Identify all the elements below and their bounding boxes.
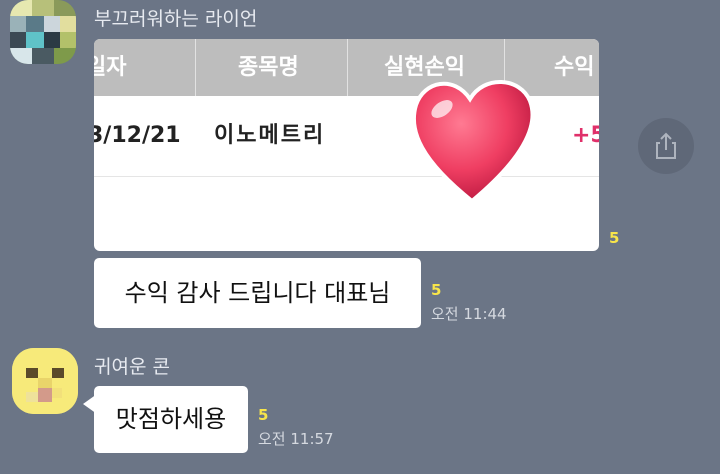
table-cell-stock-name: 이노메트리 <box>214 123 326 148</box>
table-header-stock-name: 종목명 <box>238 55 299 80</box>
table-cell-profit: +5 <box>572 123 599 148</box>
sender-name: 귀여운 콘 <box>94 356 170 378</box>
pixelated-avatar-image <box>12 348 78 414</box>
pixelated-avatar-image <box>10 0 76 64</box>
message-bubble[interactable]: 수익 감사 드립니다 대표님 <box>94 258 421 328</box>
share-button[interactable] <box>638 118 694 174</box>
image-message[interactable]: 일자 종목명 실현손익 수익 3/12/21 이노메트리 +5 <box>94 39 599 251</box>
table-header-date: 일자 <box>94 55 127 80</box>
share-icon <box>656 132 676 159</box>
message-time: 오전 11:57 <box>258 430 334 448</box>
sender-name: 부끄러워하는 라이언 <box>94 8 258 30</box>
unread-count: 5 <box>609 229 620 247</box>
unread-count: 5 <box>258 406 269 424</box>
unread-count: 5 <box>431 281 442 299</box>
message-time: 오전 11:44 <box>431 305 507 323</box>
sender-avatar[interactable] <box>12 348 78 414</box>
sender-avatar[interactable] <box>10 0 76 64</box>
message-bubble[interactable]: 맛점하세용 <box>94 386 248 453</box>
table-cell-date: 3/12/21 <box>94 123 181 148</box>
heart-sticker-icon <box>411 80 535 204</box>
table-header-profit: 수익 <box>554 55 595 80</box>
